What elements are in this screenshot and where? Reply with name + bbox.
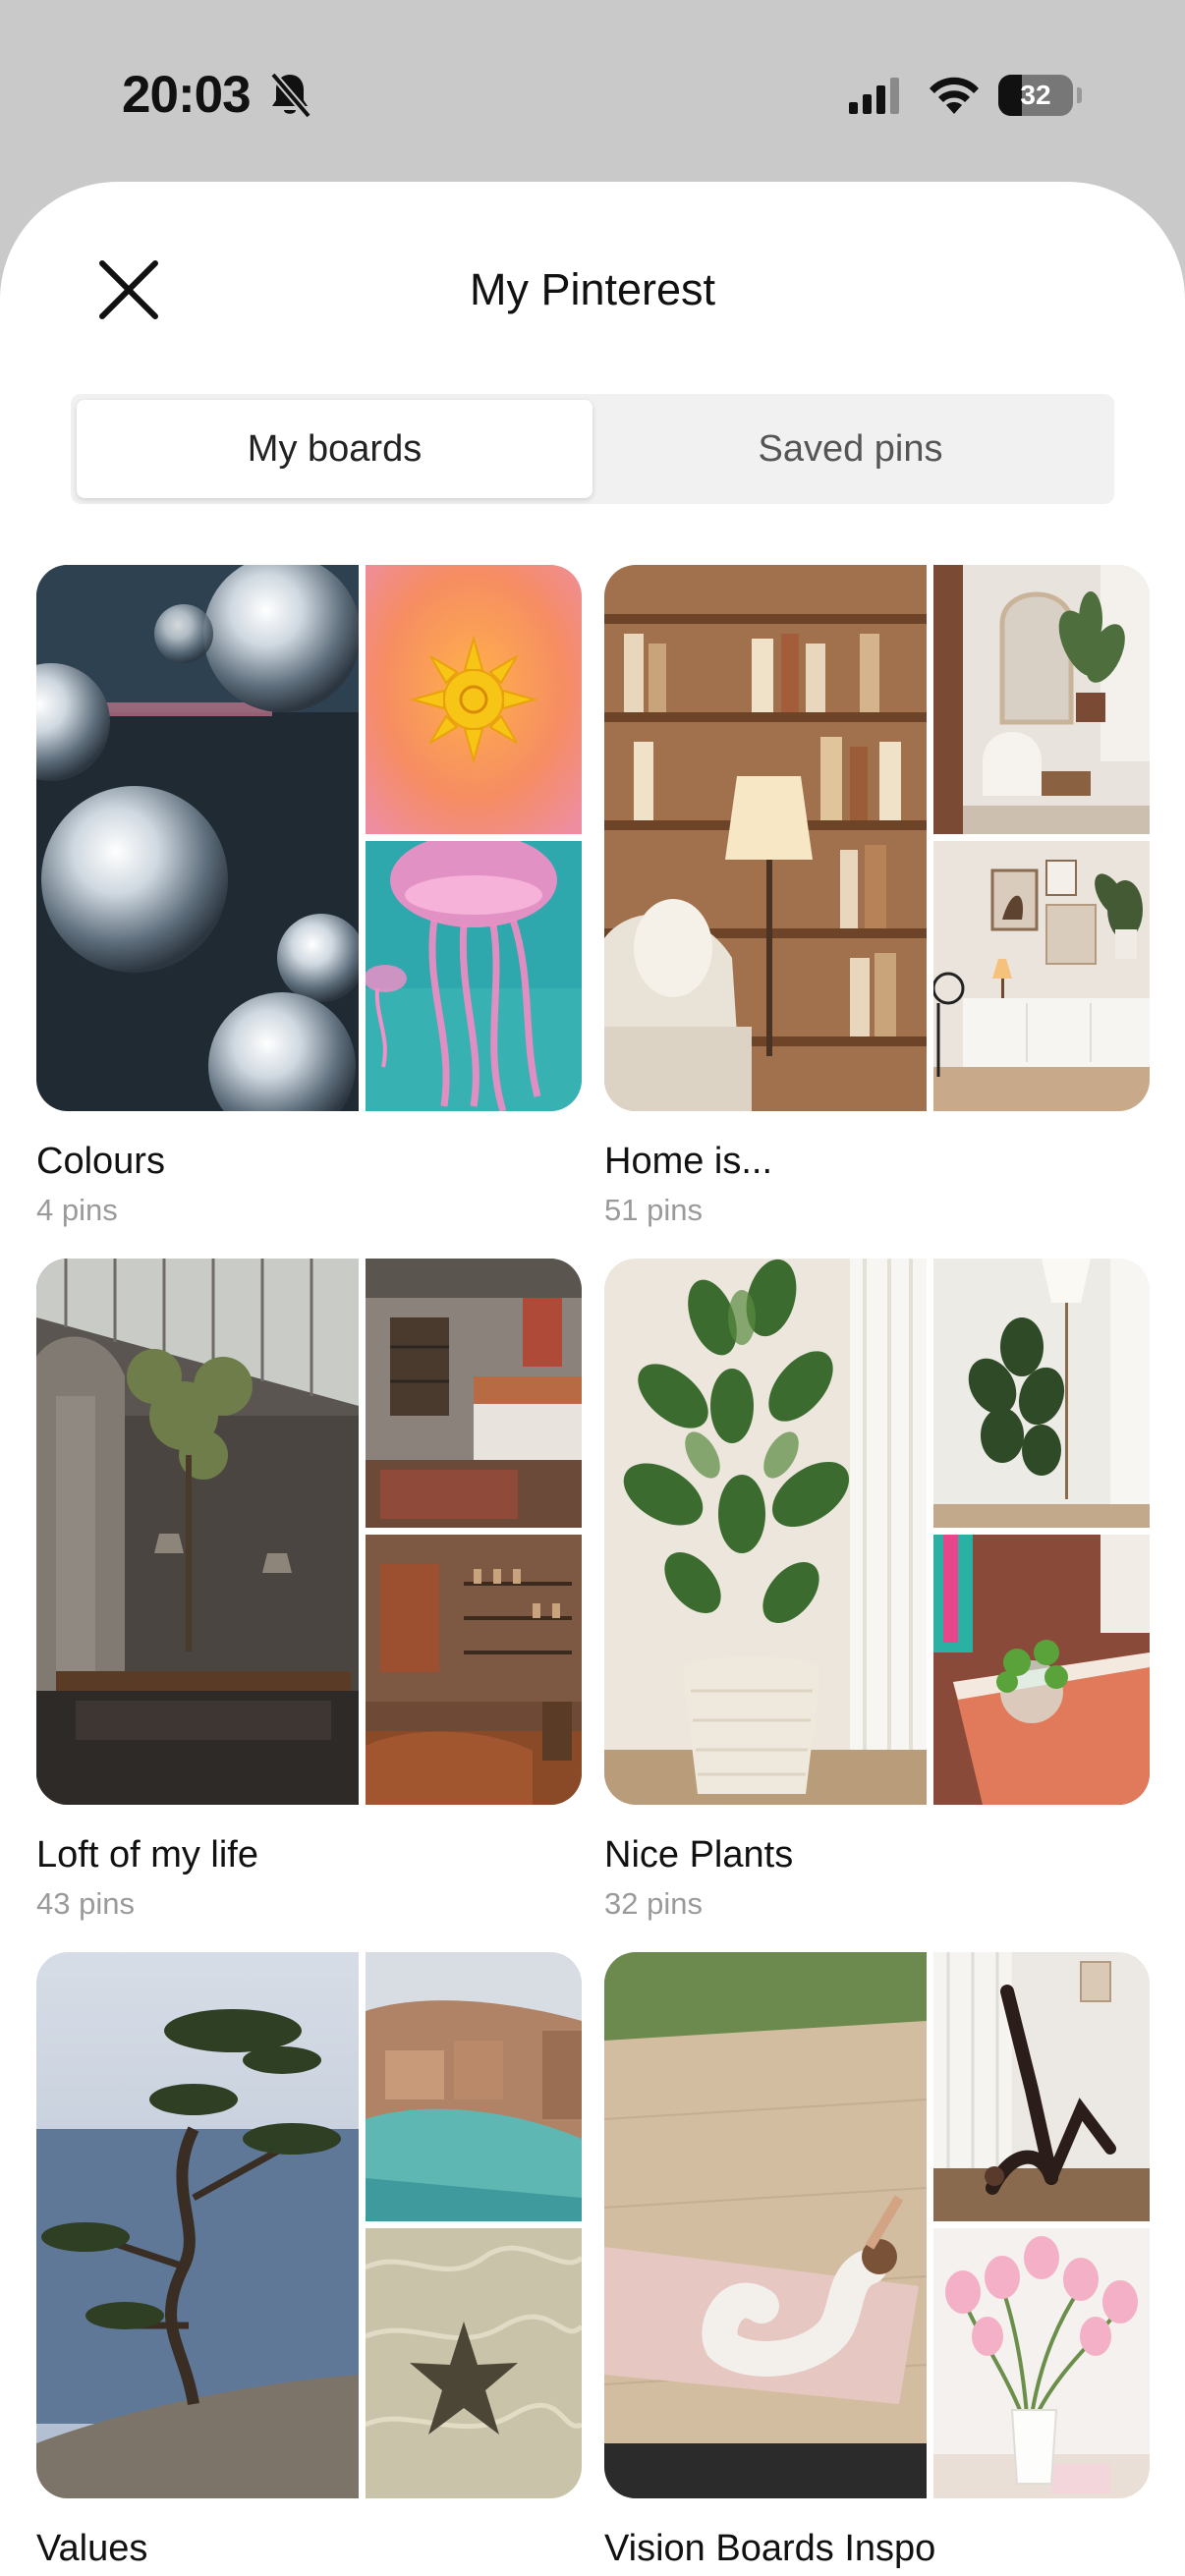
board-image — [366, 1535, 582, 1805]
board-image — [36, 565, 359, 1111]
status-time: 20:03 — [122, 66, 252, 124]
board-image — [366, 2228, 582, 2498]
board-image — [36, 1259, 359, 1805]
board-image — [933, 2228, 1150, 2498]
board-pin-count: 32 pins — [604, 1886, 703, 1921]
tab-my-boards[interactable]: My boards — [77, 400, 592, 498]
board-image — [933, 1952, 1150, 2221]
wifi-icon — [930, 77, 979, 114]
board-image — [36, 1952, 359, 2498]
tab-switcher: My boards Saved pins — [71, 394, 1114, 504]
board-image — [933, 841, 1150, 1111]
board-card-loft-of-my-life[interactable]: Loft of my life 43 pins — [36, 1259, 582, 1923]
board-collage[interactable] — [604, 1952, 1150, 2498]
board-collage[interactable] — [36, 565, 582, 1111]
battery-icon: 32 — [998, 75, 1082, 116]
board-image — [604, 1952, 927, 2498]
my-pinterest-sheet: My Pinterest My boards Saved pins Colour… — [0, 182, 1185, 2576]
sheet-title: My Pinterest — [469, 264, 716, 314]
status-bar: 20:03 32 — [0, 0, 1185, 187]
board-title: Vision Boards Inspo — [604, 2528, 936, 2569]
board-title: Values — [36, 2528, 148, 2569]
bell-slash-icon — [269, 72, 312, 119]
board-card-colours[interactable]: Colours 4 pins — [36, 565, 582, 1229]
board-card-values[interactable]: Values — [36, 1952, 582, 2576]
board-image — [933, 565, 1150, 834]
board-image — [604, 565, 927, 1111]
board-image — [366, 1952, 582, 2221]
cellular-signal-icon — [849, 78, 899, 114]
board-title: Home is... — [604, 1141, 773, 1182]
board-collage[interactable] — [604, 1259, 1150, 1805]
board-title: Loft of my life — [36, 1834, 258, 1876]
board-pin-count: 43 pins — [36, 1886, 135, 1921]
board-card-home-is[interactable]: Home is... 51 pins — [604, 565, 1150, 1229]
battery-percentage: 32 — [1020, 80, 1051, 110]
board-image — [366, 1259, 582, 1528]
board-pin-count: 4 pins — [36, 1193, 118, 1227]
board-image — [366, 565, 582, 834]
tab-saved-pins[interactable]: Saved pins — [592, 400, 1108, 498]
board-image — [933, 1535, 1150, 1805]
board-pin-count: 51 pins — [604, 1193, 703, 1227]
board-title: Colours — [36, 1141, 165, 1182]
board-card-nice-plants[interactable]: Nice Plants 32 pins — [604, 1259, 1150, 1923]
board-title: Nice Plants — [604, 1834, 794, 1876]
board-card-vision-boards-inspo[interactable]: Vision Boards Inspo — [604, 1952, 1150, 2576]
board-collage[interactable] — [36, 1952, 582, 2498]
board-image — [366, 841, 582, 1111]
board-collage[interactable] — [36, 1259, 582, 1805]
board-image — [604, 1259, 927, 1805]
board-image — [933, 1259, 1150, 1528]
board-collage[interactable] — [604, 565, 1150, 1111]
